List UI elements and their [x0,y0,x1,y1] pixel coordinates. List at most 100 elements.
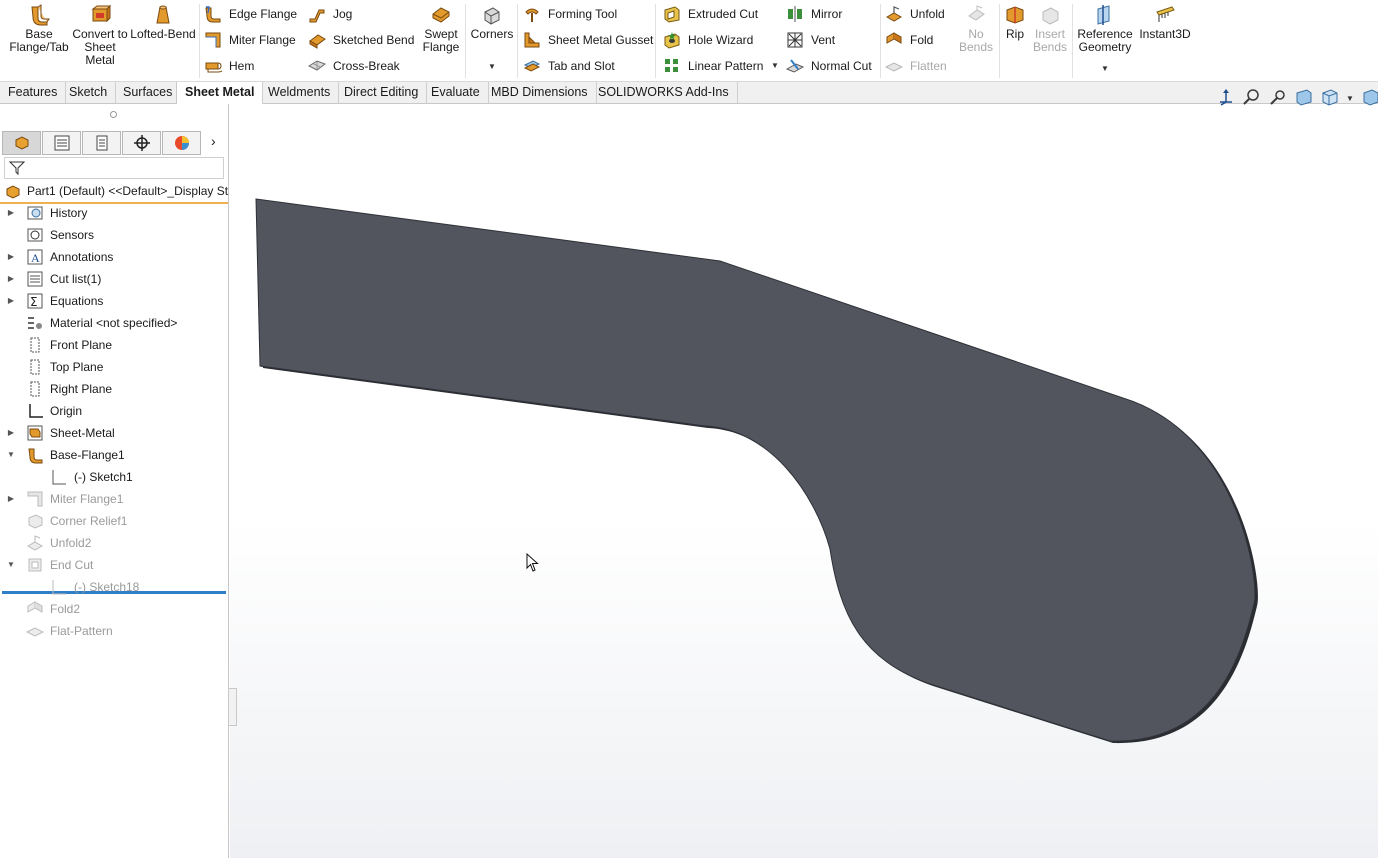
tree-item-label: History [50,206,88,220]
tree-item-sensors[interactable]: Sensors [6,224,94,246]
tree-item-unfold2[interactable]: Unfold2 [6,532,91,554]
tab-feature-manager[interactable] [2,131,41,155]
normal-cut-button[interactable]: Normal Cut [786,55,872,77]
hole-wizard-button[interactable]: Hole Wizard [663,29,753,51]
jog-icon [309,9,325,23]
insert-bends-icon [1042,7,1059,25]
no-bends-button[interactable]: No Bends [958,4,994,54]
swept-flange-button[interactable]: Swept Flange [416,4,466,54]
tree-item-top-plane[interactable]: Top Plane [6,356,103,378]
tree-filter-field[interactable] [4,157,224,179]
edge-flange-button[interactable]: Edge Flange [204,3,297,25]
tree-item-flat-pattern[interactable]: Flat-Pattern [6,620,113,642]
corners-dropdown-icon[interactable]: ▼ [488,62,496,71]
tree-item-cut-list[interactable]: ▶ Cut list(1) [6,268,101,290]
zoom-to-area-icon[interactable] [1268,88,1288,106]
expand-icon[interactable]: ▶ [6,422,16,444]
panel-tabs-more-icon[interactable]: › [211,133,216,149]
expand-icon[interactable]: ▶ [6,488,16,510]
tree-item-equations[interactable]: ▶ Σ Equations [6,290,103,312]
tree-item-label: Sensors [50,228,95,242]
tree-item-sheet-metal[interactable]: ▶ Sheet-Metal [6,422,115,444]
linear-pattern-dropdown-icon[interactable]: ▼ [771,61,779,70]
tab-property-manager[interactable] [42,131,81,155]
section-view-icon[interactable] [1294,88,1314,106]
tree-item-sketch18[interactable]: (-) Sketch18 [30,576,139,598]
tab-evaluate[interactable]: Evaluate [423,82,489,103]
expand-icon[interactable]: ▶ [6,202,16,224]
view-orientation-icon[interactable] [1216,88,1236,106]
tab-solidworks-add-ins[interactable]: SOLIDWORKS Add-Ins [590,82,738,103]
reference-geometry-dropdown-icon[interactable]: ▼ [1101,64,1109,73]
zoom-to-fit-icon[interactable] [1242,88,1262,106]
tab-sketch[interactable]: Sketch [61,82,117,103]
jog-button[interactable]: Jog [308,3,352,25]
graphics-area[interactable] [230,104,1378,858]
tree-item-history[interactable]: ▶ History [6,202,87,224]
tab-sheet-metal[interactable]: Sheet Metal [176,82,264,104]
fold-button[interactable]: Fold [885,29,933,51]
instant3d-button[interactable]: Instant3D [1138,4,1192,41]
extruded-cut-icon [664,6,680,23]
display-style-icon[interactable] [1360,88,1378,106]
tab-weldments[interactable]: Weldments [260,82,340,103]
tree-root-part[interactable]: Part1 (Default) <<Default>_Display State… [0,181,228,204]
base-flange-tab-button[interactable]: Base Flange/Tab [8,4,70,54]
vent-button[interactable]: Vent [786,29,835,51]
tree-item-miter-flange1[interactable]: ▶ Miter Flange1 [6,488,123,510]
collapse-icon[interactable]: ▼ [6,444,16,466]
tab-configuration-manager[interactable] [82,131,121,155]
insert-bends-button[interactable]: Insert Bends [1030,4,1070,54]
lofted-bend-button[interactable]: Lofted-Bend [130,4,196,41]
tab-display-manager[interactable] [162,131,201,155]
sketched-bend-button[interactable]: Sketched Bend [308,29,414,51]
lofted-bend-label: Lofted-Bend [130,27,196,41]
tab-dimxpert-manager[interactable] [122,131,161,155]
unfold-button[interactable]: Unfold [885,3,945,25]
expand-icon[interactable]: ▶ [6,290,16,312]
corners-button[interactable]: Corners [469,4,515,41]
tree-item-right-plane[interactable]: Right Plane [6,378,112,400]
linear-pattern-button[interactable]: Linear Pattern [663,55,763,77]
tree-item-sketch1[interactable]: (-) Sketch1 [30,466,133,488]
tab-surfaces[interactable]: Surfaces [115,82,182,103]
view-orientation-cube-icon[interactable] [1320,88,1340,106]
tree-item-label: (-) Sketch18 [74,580,140,594]
panel-splitter-grip[interactable] [110,111,117,118]
tree-item-material[interactable]: Material <not specified> [6,312,177,334]
tree-item-front-plane[interactable]: Front Plane [6,334,112,356]
tab-and-slot-button[interactable]: Tab and Slot [523,55,615,77]
tab-features[interactable]: Features [0,82,67,103]
hem-button[interactable]: Hem [204,55,254,77]
feature-manager-panel: › Part1 (Default) <<Default>_Display Sta… [0,104,229,858]
extruded-cut-button[interactable]: Extruded Cut [663,3,758,25]
tree-item-origin[interactable]: Origin [6,400,82,422]
sheet-metal-body[interactable] [255,198,1256,742]
expand-icon[interactable]: ▶ [6,246,16,268]
expand-icon[interactable]: ▶ [6,268,16,290]
forming-tool-button[interactable]: Forming Tool [523,3,617,25]
tab-and-slot-icon [523,60,541,72]
tab-mbd-dimensions[interactable]: MBD Dimensions [483,82,597,103]
convert-to-sheet-metal-button[interactable]: Convert to Sheet Metal [72,4,128,67]
tree-item-end-cut[interactable]: ▼ End Cut [6,554,93,576]
tab-direct-editing[interactable]: Direct Editing [336,82,428,103]
reference-geometry-button[interactable]: Reference Geometry [1076,4,1134,54]
cross-break-button[interactable]: Cross-Break [308,55,400,77]
miter-flange-button[interactable]: Miter Flange [204,29,296,51]
tree-item-base-flange1[interactable]: ▼ Base-Flange1 [6,444,125,466]
mirror-button[interactable]: Mirror [786,3,842,25]
hem-label: Hem [229,59,255,73]
tree-item-corner-relief1[interactable]: Corner Relief1 [6,510,127,532]
panel-collapse-handle[interactable] [228,688,237,726]
rip-button[interactable]: Rip [1003,4,1027,41]
flatten-button[interactable]: Flatten [885,55,947,77]
tree-item-label: Right Plane [50,382,113,396]
sheet-metal-gusset-button[interactable]: Sheet Metal Gusset [523,29,653,51]
view-orientation-dropdown-icon[interactable]: ▼ [1346,94,1354,103]
edge-flange-label: Edge Flange [229,7,298,21]
collapse-icon[interactable]: ▼ [6,554,16,576]
tree-item-fold2[interactable]: Fold2 [6,598,80,620]
cut-list-icon [27,271,43,287]
tree-item-annotations[interactable]: ▶ A Annotations [6,246,113,268]
